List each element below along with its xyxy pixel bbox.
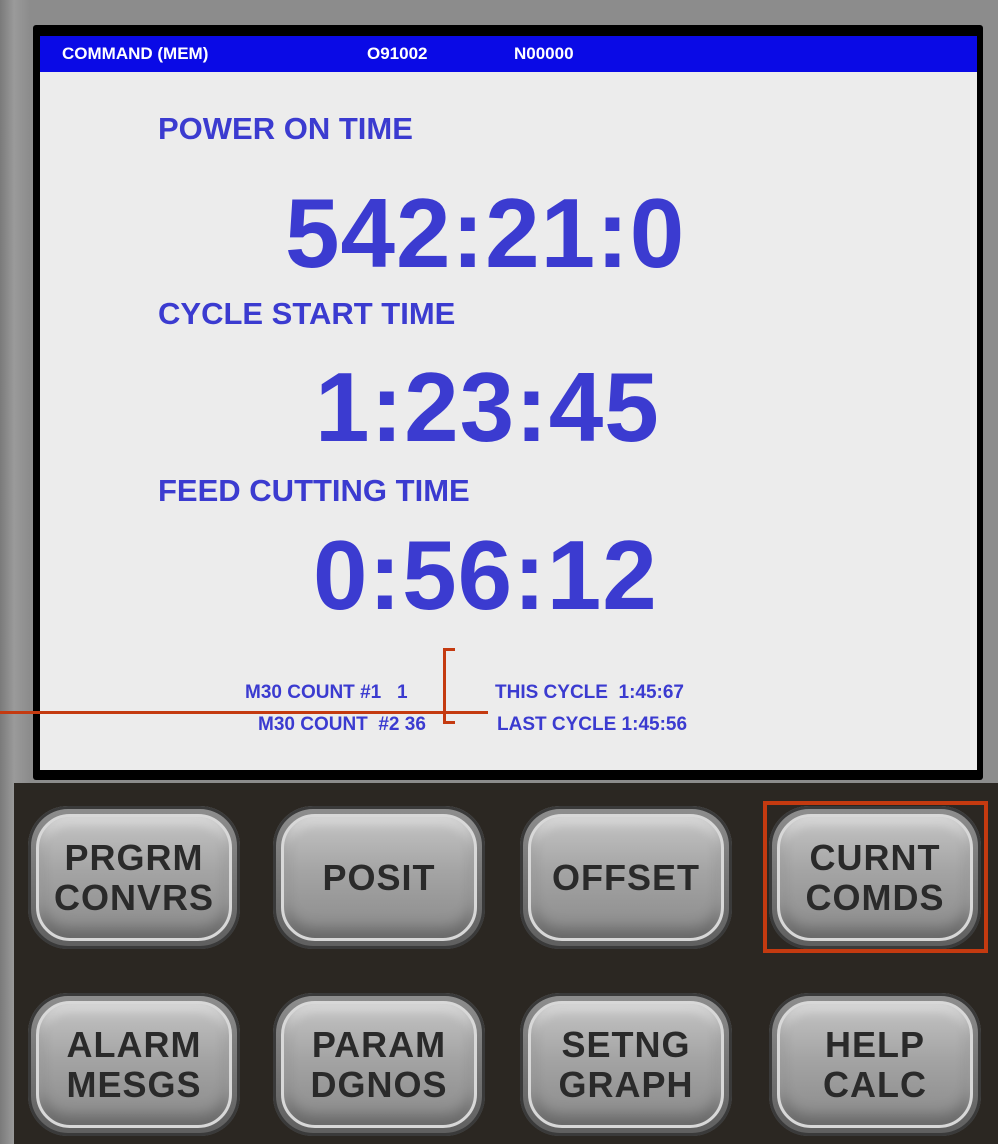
key-label-line2: DGNOS <box>310 1063 448 1105</box>
power-on-time-value: 542:21:0 <box>285 178 686 288</box>
offset-key[interactable]: OFFSET <box>520 806 732 949</box>
key-label-line1: PARAM <box>311 1023 447 1065</box>
prgrm-convrs-key[interactable]: PRGRM CONVRS <box>28 806 240 949</box>
m30-count-1: M30 COUNT #1 1 <box>245 682 408 703</box>
key-label-line1: POSIT <box>322 856 436 898</box>
key-label-line2: CONVRS <box>53 876 215 918</box>
help-calc-key[interactable]: HELP CALC <box>769 993 981 1136</box>
key-label-line1: SETNG <box>561 1023 691 1065</box>
cycle-start-time-label: CYCLE START TIME <box>158 296 456 331</box>
key-label-line1: OFFSET <box>552 856 700 898</box>
key-label-line2: CALC <box>823 1063 927 1105</box>
posit-key[interactable]: POSIT <box>273 806 485 949</box>
feed-cutting-time-label: FEED CUTTING TIME <box>158 473 470 508</box>
feed-cutting-time-value: 0:56:12 <box>313 520 658 630</box>
callout-line <box>0 711 488 714</box>
alarm-mesgs-key[interactable]: ALARM MESGS <box>28 993 240 1136</box>
key-label-line1: HELP <box>824 1023 925 1065</box>
key-label-line1: ALARM <box>66 1023 202 1065</box>
key-label-line2: MESGS <box>66 1063 202 1105</box>
sequence-number: N00000 <box>514 44 574 63</box>
key-label-line2: GRAPH <box>558 1063 694 1105</box>
m30-count-2: M30 COUNT #2 36 <box>258 714 426 735</box>
program-number: O91002 <box>367 44 428 63</box>
this-cycle-time: THIS CYCLE 1:45:67 <box>495 682 684 703</box>
cycle-start-time-value: 1:23:45 <box>315 352 660 462</box>
mode-label: COMMAND (MEM) <box>62 44 209 63</box>
power-on-time-label: POWER ON TIME <box>158 111 413 146</box>
cnc-screen: COMMAND (MEM) O91002 N00000 POWER ON TIM… <box>40 36 977 770</box>
title-bar: COMMAND (MEM) O91002 N00000 <box>40 36 977 72</box>
last-cycle-time: LAST CYCLE 1:45:56 <box>497 714 688 735</box>
param-dgnos-key[interactable]: PARAM DGNOS <box>273 993 485 1136</box>
curnt-comds-highlight <box>763 801 988 953</box>
key-label-line1: PRGRM <box>64 836 204 878</box>
setng-graph-key[interactable]: SETNG GRAPH <box>520 993 732 1136</box>
